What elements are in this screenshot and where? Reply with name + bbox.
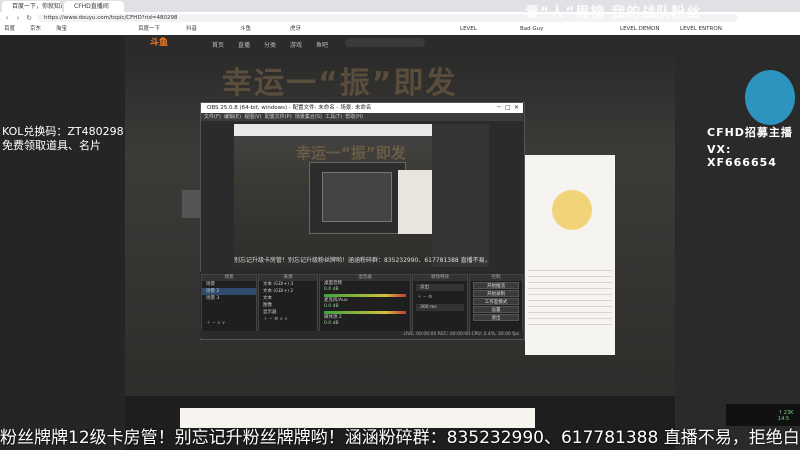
nav-item[interactable]: 直播	[238, 40, 250, 49]
nav-item[interactable]: 游戏	[290, 40, 302, 49]
obs-status-bar: LIVE: 00:00:00 REC: 00:00:00 CPU: 2.4%, …	[200, 331, 523, 338]
mixer-level: 0.0 dB	[324, 321, 339, 326]
mixer-level: 0.0 dB	[324, 287, 339, 292]
minimize-icon[interactable]: ─	[497, 103, 501, 113]
studio-mode-button[interactable]: 工作室模式	[473, 298, 519, 305]
overlay-right-line1: CFHD招募主播	[707, 126, 793, 139]
transitions-dock: 转场特效 淡出 ＋ − ⚙ 300 ms	[412, 274, 468, 336]
overlay-right-line2: VX: XF666654	[707, 143, 777, 169]
menu-item[interactable]: 场景集合(S)	[295, 114, 322, 120]
chat-messages	[528, 270, 612, 330]
source-controls[interactable]: ＋ − ⚙ ∧ ∨	[259, 316, 317, 323]
menu-item[interactable]: 编辑(E)	[224, 114, 241, 120]
duration-input[interactable]: 300 ms	[416, 304, 464, 311]
scene-item[interactable]: 场景	[202, 281, 256, 288]
preview-banner-title: 幸运一“振”即发	[296, 144, 406, 162]
bookmark-item[interactable]: 百度一下	[138, 25, 160, 34]
search-input[interactable]	[345, 38, 425, 47]
banner-title: 幸运一“振”即发	[222, 66, 458, 101]
menu-item[interactable]: 工具(T)	[325, 114, 342, 120]
transition-controls[interactable]: ＋ − ⚙	[413, 294, 467, 301]
transition-select[interactable]: 淡出	[416, 284, 464, 291]
obs-menu-bar: 文件(F) 编辑(E) 视图(V) 配置文件(P) 场景集合(S) 工具(T) …	[201, 113, 523, 121]
source-item[interactable]: 文本 (GDI+) 3	[259, 281, 317, 288]
menu-item[interactable]: 文件(F)	[204, 114, 221, 120]
source-item[interactable]: 文本	[259, 295, 317, 302]
bookmark-item[interactable]: 淘宝	[56, 25, 67, 34]
start-streaming-button[interactable]: 开始推流	[473, 282, 519, 289]
obs-title-bar: OBS 25.0.8 (64-bit, windows) - 配置文件: 未命名…	[201, 103, 523, 113]
bookmark-item[interactable]: 百度	[4, 25, 15, 34]
corner-text: ↑ 23K 14:5	[778, 410, 794, 422]
start-recording-button[interactable]: 开始录制	[473, 290, 519, 297]
source-item[interactable]: 显示器	[259, 309, 317, 316]
reload-icon[interactable]: ↻	[24, 13, 34, 23]
menu-item[interactable]: 配置文件(P)	[265, 114, 292, 120]
browser-tab[interactable]: 百度一下，你就知道	[2, 1, 62, 12]
bookmark-item[interactable]: LEVEL DEMON	[620, 25, 660, 34]
volume-meter	[324, 294, 406, 297]
overlay-left-line2: 免费领取道具、名片	[2, 139, 101, 152]
bookmark-item[interactable]: 虎牙	[290, 25, 301, 34]
nav-item[interactable]: 首页	[212, 40, 224, 49]
bookmark-item[interactable]: 抖音	[186, 25, 197, 34]
nav-item[interactable]: 分类	[264, 40, 276, 49]
preview-nested-window-inner	[322, 172, 392, 222]
overlay-top-right: 看“人”周榜 我的战队粉丝	[525, 5, 702, 21]
browser-tab-active[interactable]: CFHD直播间	[64, 1, 124, 12]
scene-controls[interactable]: ＋ − ∧ ∨	[202, 320, 256, 327]
menu-item[interactable]: 帮助(H)	[345, 114, 363, 120]
bookmark-item[interactable]: 斗鱼	[240, 25, 251, 34]
site-logo[interactable]: 斗鱼	[150, 37, 186, 49]
close-icon[interactable]: ✕	[514, 103, 519, 113]
dock-header: 控制	[470, 275, 522, 281]
source-item[interactable]: 文本 (GDI+) 2	[259, 288, 317, 295]
exit-button[interactable]: 退出	[473, 314, 519, 321]
scene-item[interactable]: 场景 3	[202, 295, 256, 302]
menu-item[interactable]: 视图(V)	[244, 114, 261, 120]
dock-header: 转场特效	[413, 275, 467, 281]
nav-item[interactable]: 鱼吧	[316, 40, 328, 49]
settings-button[interactable]: 设置	[473, 306, 519, 313]
maximize-icon[interactable]: □	[505, 103, 511, 113]
mascot-decoration	[745, 70, 795, 125]
volume-meter	[324, 311, 406, 314]
bookmark-item[interactable]: 京东	[30, 25, 41, 34]
mixer-dock: 混音器 桌面音频 0.0 dB 麦克风/Aux 0.0 dB 媒体源 2 0.0…	[319, 274, 411, 336]
sources-dock: 来源 文本 (GDI+) 3 文本 (GDI+) 2 文本 图像 显示器 ＋ −…	[258, 274, 318, 336]
source-item[interactable]: 图像	[259, 302, 317, 309]
gift-bar	[180, 408, 535, 428]
overlay-left-line1: KOL兑换码：ZT480298	[2, 125, 124, 138]
preview-ticker: 别忘记升级卡房管！别忘记升级粉丝牌哟！涵涵粉碎群：835232990、61778…	[234, 257, 489, 264]
bookmark-item[interactable]: Bad Guy	[520, 25, 543, 34]
forward-icon[interactable]: ›	[13, 13, 23, 23]
bookmark-item[interactable]: LEVEL ENTRON	[680, 25, 722, 34]
overlay-ticker: 粉丝牌牌12级卡房管！别忘记升粉丝牌牌哟！涵涵粉碎群：835232990、617…	[0, 428, 800, 448]
preview-side-area	[432, 124, 489, 267]
mixer-level: 0.0 dB	[324, 304, 339, 309]
mascot-avatar	[552, 190, 592, 230]
scenes-dock: 场景 场景 场景 2 场景 3 ＋ − ∧ ∨	[201, 274, 257, 336]
back-icon[interactable]: ‹	[2, 13, 12, 23]
scene-item-selected[interactable]: 场景 2	[202, 288, 256, 295]
preview-chat	[398, 170, 432, 234]
bookmark-item[interactable]: LEVEL	[460, 25, 477, 34]
page-left-margin	[0, 35, 125, 450]
